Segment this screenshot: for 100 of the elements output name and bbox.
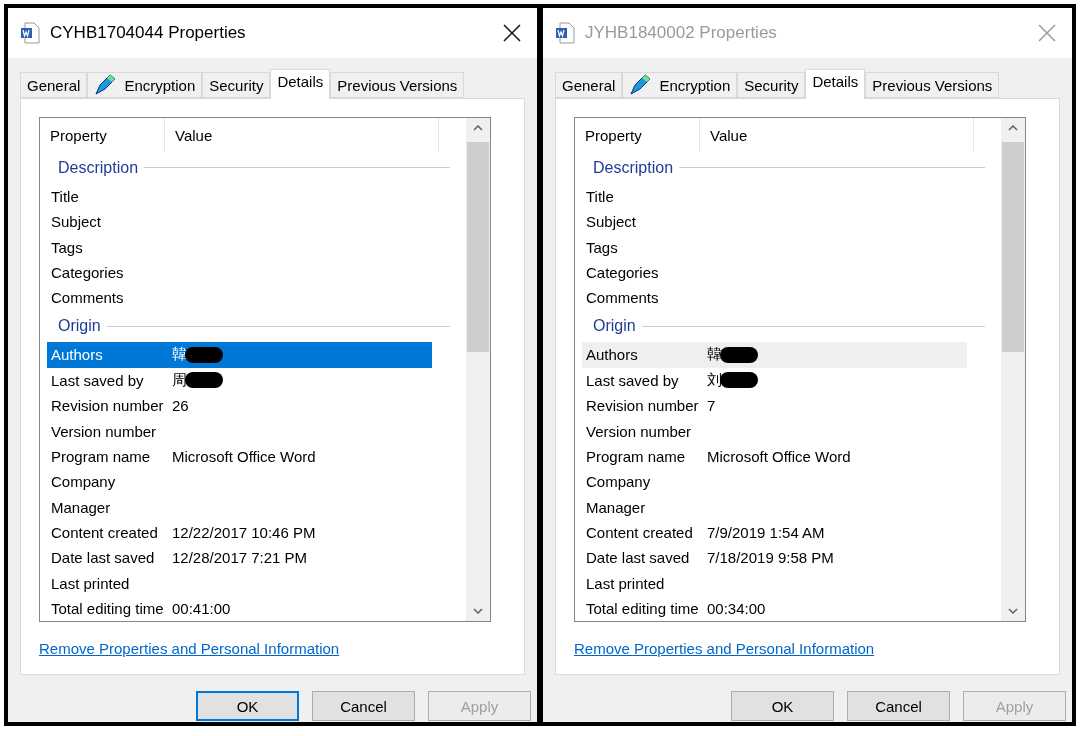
property-row[interactable]: Total editing time 00:41:00 bbox=[47, 595, 432, 621]
property-name: Authors bbox=[50, 346, 104, 364]
property-name: Content created bbox=[50, 523, 159, 541]
dialog-button[interactable]: Cancel bbox=[847, 691, 950, 721]
property-name: Tags bbox=[50, 238, 84, 256]
tab[interactable]: Previous Versions bbox=[330, 72, 465, 98]
property-name: Version number bbox=[50, 422, 158, 440]
property-name: Company bbox=[50, 473, 117, 491]
property-row[interactable]: Content created 12/22/2017 10:46 PM bbox=[47, 519, 432, 546]
property-value: 26 bbox=[172, 397, 189, 415]
chevron-down-icon bbox=[1008, 608, 1018, 614]
property-row[interactable]: Tags bbox=[47, 234, 432, 260]
property-name: Categories bbox=[585, 264, 660, 281]
column-header[interactable]: Property bbox=[575, 118, 700, 152]
word-document-icon bbox=[555, 22, 575, 44]
property-name: Total editing time bbox=[585, 599, 700, 617]
property-row[interactable]: Comments bbox=[582, 285, 967, 311]
property-row[interactable]: Date last saved 7/18/2019 9:58 PM bbox=[582, 545, 967, 571]
tab[interactable]: General bbox=[555, 72, 623, 98]
property-row[interactable]: Title bbox=[47, 183, 432, 210]
scrollbar[interactable] bbox=[1001, 118, 1025, 621]
scroll-thumb[interactable] bbox=[1002, 142, 1024, 352]
tab[interactable]: Details bbox=[805, 69, 866, 99]
property-value: 7 bbox=[707, 397, 716, 415]
property-row[interactable]: Revision number 26 bbox=[47, 393, 432, 419]
property-name: Program name bbox=[50, 447, 152, 465]
property-row[interactable]: Last printed bbox=[582, 570, 967, 596]
property-row[interactable]: Date last saved 12/28/2017 7:21 PM bbox=[47, 545, 432, 571]
window-title: JYHB1840002 Properties bbox=[585, 23, 778, 43]
property-value: Microsoft Office Word bbox=[707, 447, 851, 465]
property-name: Total editing time bbox=[50, 599, 165, 617]
property-name: Last saved by bbox=[585, 371, 680, 389]
property-row[interactable]: Last printed bbox=[47, 570, 432, 596]
property-name: Revision number bbox=[50, 397, 165, 415]
column-header[interactable]: Value bbox=[700, 118, 974, 152]
property-name: Content created bbox=[585, 523, 694, 541]
property-row[interactable]: Categories bbox=[47, 259, 432, 286]
property-name: Last saved by bbox=[50, 371, 145, 389]
property-value: 00:34:00 bbox=[707, 599, 766, 617]
property-row[interactable]: Program name Microsoft Office Word bbox=[47, 443, 432, 470]
property-row[interactable]: Program name Microsoft Office Word bbox=[582, 443, 967, 470]
scroll-thumb[interactable] bbox=[467, 142, 489, 352]
tab[interactable]: Security bbox=[737, 72, 806, 98]
property-row[interactable]: Company bbox=[47, 469, 432, 495]
property-name: Title bbox=[50, 187, 80, 205]
property-row[interactable]: Version number bbox=[582, 418, 967, 444]
property-name: Authors bbox=[585, 346, 639, 364]
column-header[interactable]: Value bbox=[165, 118, 439, 152]
close-icon bbox=[503, 24, 521, 42]
property-value: Microsoft Office Word bbox=[172, 447, 316, 465]
property-row[interactable]: Tags bbox=[582, 234, 967, 260]
property-value: 12/22/2017 10:46 PM bbox=[172, 523, 316, 541]
property-row[interactable]: Title bbox=[582, 183, 967, 210]
property-name: Company bbox=[585, 473, 652, 491]
pen-icon bbox=[629, 74, 652, 96]
tab[interactable]: Encryption bbox=[87, 72, 203, 98]
property-row[interactable]: Manager bbox=[582, 494, 967, 520]
property-row[interactable]: Company bbox=[582, 469, 967, 495]
property-row[interactable]: Subject bbox=[582, 209, 967, 235]
property-row[interactable]: Content created 7/9/2019 1:54 AM bbox=[582, 519, 967, 546]
pen-icon bbox=[94, 74, 117, 96]
column-header[interactable]: Property bbox=[40, 118, 165, 152]
property-value: 00:41:00 bbox=[172, 599, 231, 617]
remove-properties-link[interactable]: Remove Properties and Personal Information bbox=[574, 640, 875, 657]
property-name: Tags bbox=[585, 238, 619, 256]
group-heading: Description bbox=[58, 158, 139, 177]
dialog-button[interactable]: OK bbox=[731, 691, 834, 721]
tab[interactable]: Security bbox=[202, 72, 271, 98]
property-value: 7/18/2019 9:58 PM bbox=[707, 549, 834, 567]
property-row[interactable]: Categories bbox=[582, 259, 967, 286]
property-name: Subject bbox=[585, 213, 638, 231]
property-row[interactable]: Authors 韓 bbox=[582, 342, 967, 368]
property-value: 12/28/2017 7:21 PM bbox=[172, 549, 308, 567]
property-row[interactable]: Authors 韓 bbox=[47, 342, 432, 368]
tab[interactable]: Details bbox=[270, 69, 331, 99]
property-row[interactable]: Last saved by 周 bbox=[47, 367, 432, 393]
property-value: 周 bbox=[172, 370, 187, 390]
tab[interactable]: Encryption bbox=[622, 72, 738, 98]
property-row[interactable]: Last saved by 刘 bbox=[582, 367, 967, 393]
dialog-button[interactable]: OK bbox=[196, 691, 299, 721]
dialog-button[interactable]: Cancel bbox=[312, 691, 415, 721]
property-row[interactable]: Total editing time 00:34:00 bbox=[582, 595, 967, 621]
property-row[interactable]: Comments bbox=[47, 285, 432, 311]
property-value: 韓 bbox=[172, 345, 187, 365]
chevron-up-icon bbox=[473, 125, 483, 131]
tab[interactable]: Previous Versions bbox=[865, 72, 1000, 98]
property-name: Revision number bbox=[585, 397, 700, 415]
property-value: 7/9/2019 1:54 AM bbox=[707, 523, 825, 541]
property-row[interactable]: Manager bbox=[47, 494, 432, 520]
property-row[interactable]: Version number bbox=[47, 418, 432, 444]
remove-properties-link[interactable]: Remove Properties and Personal Information bbox=[39, 640, 340, 657]
property-value: 韓 bbox=[707, 345, 722, 365]
scrollbar[interactable] bbox=[466, 118, 490, 621]
property-name: Last printed bbox=[50, 574, 131, 592]
property-row[interactable]: Subject bbox=[47, 209, 432, 235]
property-name: Version number bbox=[585, 422, 693, 440]
property-row[interactable]: Revision number 7 bbox=[582, 393, 967, 419]
chevron-down-icon bbox=[473, 608, 483, 614]
tab[interactable]: General bbox=[20, 72, 88, 98]
property-name: Categories bbox=[50, 264, 125, 281]
